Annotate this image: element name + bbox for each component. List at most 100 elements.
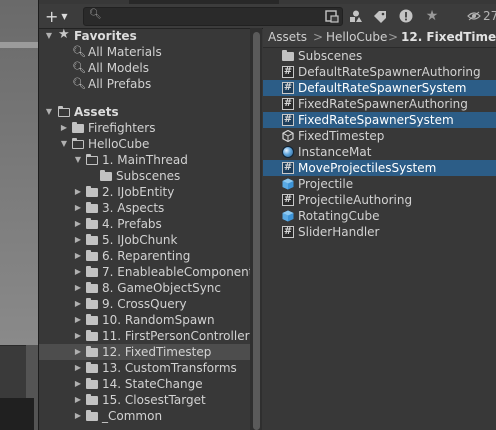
asset-list-panel: Assets > HelloCube > 12. FixedTimes Subs… <box>263 28 496 430</box>
asset-item[interactable]: # ProjectileAuthoring <box>263 192 496 208</box>
tree-item[interactable]: ▶ 8. GameObjectSync <box>39 280 250 296</box>
expand-arrow-icon[interactable]: ▼ <box>59 136 69 152</box>
expand-arrow-icon[interactable]: ▶ <box>73 280 83 296</box>
breadcrumb-separator: > <box>388 30 399 44</box>
folder-icon <box>86 362 98 373</box>
expand-arrow-icon[interactable]: ▶ <box>73 232 83 248</box>
search-icon: 🔍︎ <box>72 45 86 58</box>
project-window: + ▼ 🔍︎ ★ 27 ▼ ★ Favorites 🔍︎ All Materia… <box>38 0 496 430</box>
tree-item[interactable]: ▶ 5. IJobChunk <box>39 232 250 248</box>
folder-icon <box>86 234 98 245</box>
asset-item[interactable]: # DefaultRateSpawnerAuthoring <box>263 64 496 80</box>
prefab-icon <box>282 210 294 222</box>
expand-arrow-icon[interactable]: ▶ <box>59 120 69 136</box>
folder-icon <box>86 218 98 229</box>
folder-icon <box>86 314 98 325</box>
expand-arrow-icon[interactable]: ▶ <box>73 408 83 424</box>
expand-arrow-icon[interactable]: ▶ <box>73 248 83 264</box>
tree-item-mainthread[interactable]: ▼ 1. MainThread <box>39 152 250 168</box>
folder-icon <box>86 378 98 389</box>
tree-item[interactable]: ▶ _Common <box>39 408 250 424</box>
expand-arrow-icon[interactable]: ▶ <box>73 216 83 232</box>
asset-item-selected[interactable]: # DefaultRateSpawnerSystem <box>263 80 496 96</box>
folder-open-icon <box>85 153 98 165</box>
asset-item[interactable]: Subscenes <box>263 48 496 64</box>
filter-by-type-icon[interactable] <box>347 8 365 24</box>
hidden-packages-count[interactable]: 27 <box>467 9 496 23</box>
tree-item[interactable]: ▶ 2. IJobEntity <box>39 184 250 200</box>
expand-arrow-icon[interactable]: ▶ <box>73 328 83 344</box>
favorite-label: All Materials <box>88 45 162 59</box>
asset-item-selected[interactable]: # FixedRateSpawnerSystem <box>263 112 496 128</box>
breadcrumb-item[interactable]: HelloCube <box>326 28 387 47</box>
tree-item[interactable]: ▶ 6. Reparenting <box>39 248 250 264</box>
expand-arrow-icon[interactable]: ▶ <box>73 360 83 376</box>
tree-item[interactable]: ▶ 7. EnableableComponents <box>39 264 250 280</box>
tree-item-label: 9. CrossQuery <box>102 297 187 311</box>
search-icon: 🔍︎ <box>89 9 102 20</box>
tree-item-label: HelloCube <box>88 137 150 151</box>
hidden-count-label: 27 <box>483 9 496 23</box>
asset-item[interactable]: # FixedRateSpawnerAuthoring <box>263 96 496 112</box>
favorite-star-icon[interactable]: ★ <box>423 8 441 24</box>
expand-arrow-icon[interactable]: ▼ <box>44 28 54 44</box>
breadcrumb-current[interactable]: 12. FixedTimes <box>401 28 496 47</box>
tree-item[interactable]: ▶ 13. CustomTransforms <box>39 360 250 376</box>
script-icon: # <box>282 82 294 94</box>
asset-item[interactable]: InstanceMat <box>263 144 496 160</box>
expand-arrow-icon[interactable]: ▼ <box>44 104 54 120</box>
expand-arrow-icon[interactable]: ▶ <box>73 392 83 408</box>
folder-open-icon <box>57 105 70 117</box>
favorites-header[interactable]: ▼ ★ Favorites <box>39 28 250 44</box>
expand-arrow-icon[interactable]: ▶ <box>73 312 83 328</box>
tree-item[interactable]: ▶ 3. Aspects <box>39 200 250 216</box>
expand-arrow-icon[interactable]: ▶ <box>73 200 83 216</box>
folder-icon <box>282 50 294 62</box>
tree-item[interactable]: ▶ 4. Prefabs <box>39 216 250 232</box>
tree-item-label: 15. ClosestTarget <box>102 393 206 407</box>
assets-root[interactable]: ▼ Assets <box>39 104 250 120</box>
tree-item-subscenes[interactable]: Subscenes <box>39 168 250 184</box>
search-by-type-icon[interactable] <box>323 8 341 24</box>
asset-item-selected[interactable]: # MoveProjectilesSystem <box>263 160 496 176</box>
tree-item[interactable]: ▶ 9. CrossQuery <box>39 296 250 312</box>
tree-item[interactable]: ▶ 14. StateChange <box>39 376 250 392</box>
tree-item[interactable]: ▶ 11. FirstPersonController <box>39 328 250 344</box>
tree-item-label: 13. CustomTransforms <box>102 361 237 375</box>
asset-name: DefaultRateSpawnerAuthoring <box>298 65 481 79</box>
expand-arrow-icon[interactable]: ▼ <box>73 152 83 168</box>
favorite-item[interactable]: 🔍︎ All Models <box>39 60 250 76</box>
tree-item-label: 12. FixedTimestep <box>102 345 212 359</box>
search-field[interactable]: 🔍︎ <box>83 7 343 26</box>
asset-item[interactable]: RotatingCube <box>263 208 496 224</box>
asset-item[interactable]: FixedTimestep <box>263 128 496 144</box>
asset-name: SliderHandler <box>298 225 380 239</box>
tree-item[interactable]: ▶ 15. ClosestTarget <box>39 392 250 408</box>
expand-arrow-icon[interactable]: ▶ <box>73 376 83 392</box>
asset-item[interactable]: # SliderHandler <box>263 224 496 240</box>
tree-item-label: 8. GameObjectSync <box>102 281 221 295</box>
tree-item-hellocube[interactable]: ▼ HelloCube <box>39 136 250 152</box>
folder-icon <box>86 346 98 357</box>
folder-icon <box>86 202 98 213</box>
search-icon: 🔍︎ <box>72 77 86 90</box>
favorite-item[interactable]: 🔍︎ All Prefabs <box>39 76 250 92</box>
eye-icon <box>467 11 481 21</box>
filter-by-label-icon[interactable] <box>371 8 389 24</box>
expand-arrow-icon[interactable]: ▶ <box>73 296 83 312</box>
tree-item-selected[interactable]: ▶ 12. FixedTimestep <box>39 344 250 360</box>
tree-item[interactable]: ▶ 10. RandomSpawn <box>39 312 250 328</box>
expand-arrow-icon[interactable]: ▶ <box>73 264 83 280</box>
tree-item-firefighters[interactable]: ▶ Firefighters <box>39 120 250 136</box>
breadcrumb-item[interactable]: Assets <box>268 28 307 47</box>
favorite-item[interactable]: 🔍︎ All Materials <box>39 44 250 60</box>
expand-arrow-icon[interactable]: ▶ <box>73 184 83 200</box>
tree-item-label: 5. IJobChunk <box>102 233 178 247</box>
folder-icon <box>100 170 112 181</box>
create-asset-button[interactable]: + ▼ <box>45 6 75 26</box>
asset-name: InstanceMat <box>298 145 372 159</box>
tree-scrollbar[interactable] <box>253 32 260 430</box>
expand-arrow-icon[interactable]: ▶ <box>73 344 83 360</box>
asset-item[interactable]: Projectile <box>263 176 496 192</box>
log-warning-icon[interactable] <box>397 8 415 24</box>
